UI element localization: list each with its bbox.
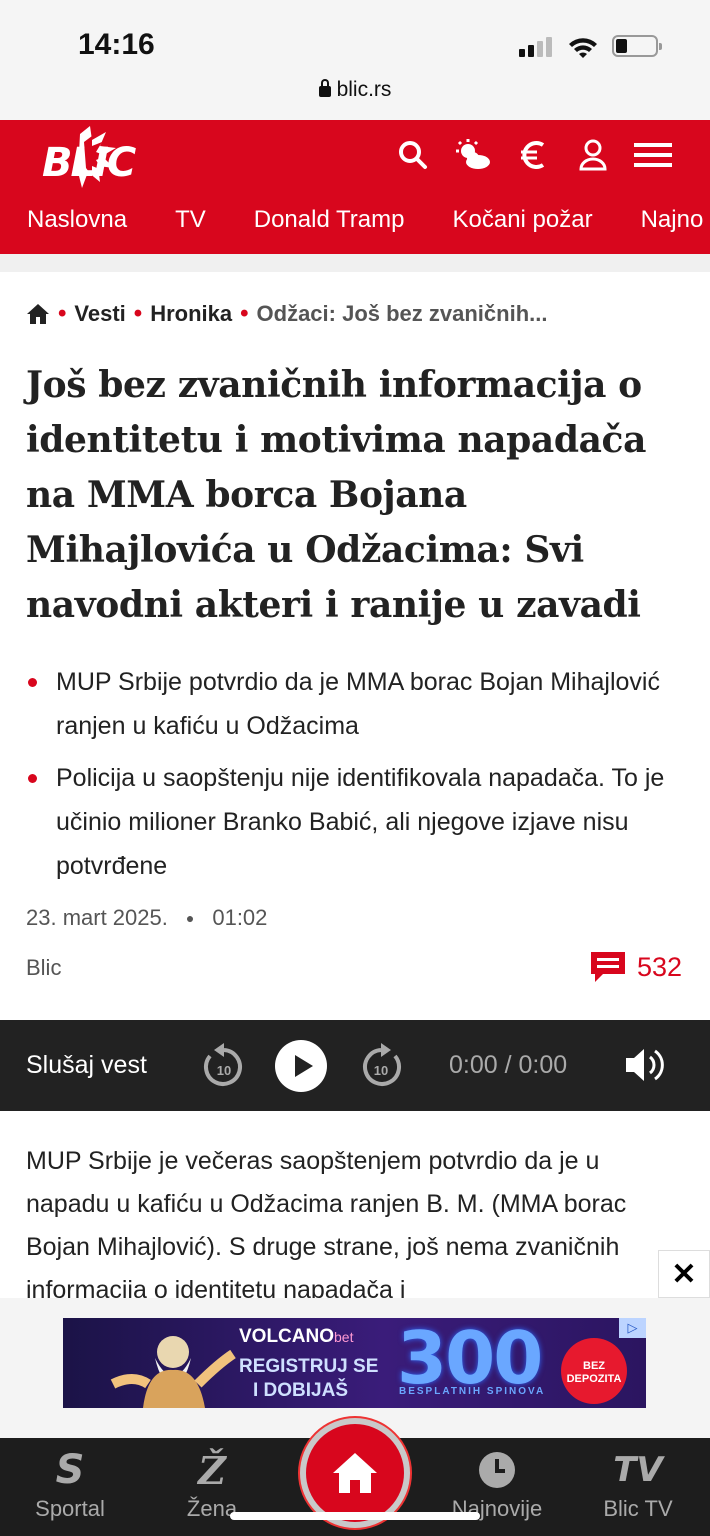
- volume-icon[interactable]: [624, 1045, 666, 1085]
- publish-time: 01:02: [212, 905, 268, 930]
- publish-date: 23. mart 2025.: [26, 905, 168, 930]
- ad-line1: REGISTRUJ SE: [239, 1356, 379, 1377]
- nav-item-kocani-pozar[interactable]: Kočani požar: [452, 206, 592, 234]
- article-title: Još bez zvaničnih informacija o identite…: [26, 364, 647, 626]
- ad-brand-suffix: bet: [334, 1329, 354, 1345]
- site-header: BLIC Naslovna TV Donald Tramp Kočani pož…: [0, 120, 710, 254]
- ad-sub: BESPLATNIH SPINOVA: [399, 1386, 546, 1397]
- breadcrumb-vesti[interactable]: Vesti: [74, 301, 125, 327]
- user-icon[interactable]: [574, 136, 612, 174]
- audio-player: Slušaj vest 10 10 0:00 / 0:00: [0, 1020, 710, 1111]
- ad-banner[interactable]: VOLCANObet REGISTRUJ SE I DOBIJAŠ 300 BE…: [63, 1318, 646, 1408]
- ad-brand: VOLCANO: [239, 1326, 334, 1347]
- tv-icon: TV: [613, 1450, 663, 1490]
- search-icon[interactable]: [394, 136, 432, 174]
- address-bar[interactable]: blic.rs: [0, 78, 710, 102]
- logo-text: BLIC: [42, 140, 136, 186]
- bottom-nav-zena[interactable]: Ž Žena: [142, 1444, 282, 1522]
- bottom-nav-blic-tv[interactable]: TV Blic TV: [568, 1444, 708, 1522]
- adchoices-icon[interactable]: ▷: [619, 1318, 646, 1338]
- rewind-seconds: 10: [217, 1063, 231, 1078]
- highlight-item: MUP Srbije potvrdio da je MMA borac Boja…: [26, 660, 691, 748]
- comments-button[interactable]: 532: [589, 950, 682, 984]
- play-button[interactable]: [275, 1040, 327, 1092]
- forward-seconds: 10: [374, 1063, 388, 1078]
- bottom-nav-najnovije[interactable]: Najnovije: [427, 1444, 567, 1522]
- signal-icon: [519, 37, 552, 57]
- lock-icon: [318, 79, 331, 97]
- nav-item-najnovije[interactable]: Najno: [641, 206, 704, 234]
- nav-item-donald-tramp[interactable]: Donald Tramp: [254, 206, 405, 234]
- highlight-item: Policija u saopštenju nije identifikoval…: [26, 756, 691, 888]
- main-nav: Naslovna TV Donald Tramp Kočani požar Na…: [27, 206, 703, 234]
- zena-icon: Ž: [198, 1447, 226, 1493]
- article-body: MUP Srbije je večeras saopštenjem potvrd…: [26, 1147, 627, 1300]
- ad-line2: I DOBIJAŠ: [253, 1380, 349, 1401]
- sportal-icon: S: [55, 1447, 85, 1493]
- comment-icon: [590, 952, 625, 982]
- currency-euro-icon[interactable]: [514, 136, 552, 174]
- home-icon[interactable]: [26, 303, 50, 325]
- clock-icon: [427, 1444, 567, 1496]
- rewind-10-icon[interactable]: 10: [200, 1040, 248, 1090]
- bottom-nav-label: Sportal: [35, 1496, 105, 1521]
- clock-time: 14:16: [78, 28, 155, 61]
- battery-icon: [612, 35, 662, 57]
- breadcrumb: • Vesti • Hronika • Odžaci: Još bez zvan…: [26, 300, 547, 328]
- breadcrumb-hronika[interactable]: Hronika: [150, 301, 232, 327]
- breadcrumb-current: Odžaci: Još bez zvaničnih...: [256, 301, 548, 326]
- divider: [0, 254, 710, 272]
- bottom-nav-sportal[interactable]: S Sportal: [0, 1444, 140, 1522]
- hamburger-menu-icon[interactable]: [634, 136, 672, 174]
- home-indicator: [230, 1512, 480, 1520]
- status-bar: 14:16 blic.rs: [0, 0, 710, 120]
- article-highlights: MUP Srbije potvrdio da je MMA borac Boja…: [26, 660, 691, 896]
- url-text: blic.rs: [336, 78, 392, 101]
- player-time: 0:00 / 0:00: [449, 1051, 568, 1079]
- blic-logo[interactable]: BLIC: [20, 126, 136, 192]
- nav-item-tv[interactable]: TV: [175, 206, 206, 234]
- comments-count: 532: [636, 951, 682, 982]
- ad-close-button[interactable]: ✕: [658, 1250, 710, 1298]
- forward-10-icon[interactable]: 10: [357, 1040, 405, 1090]
- wifi-icon: [569, 38, 597, 58]
- article-source: Blic: [26, 955, 62, 980]
- article-meta: 23. mart 2025. ● 01:02: [26, 905, 268, 930]
- ad-badge: BEZ DEPOZITA: [561, 1338, 627, 1404]
- weather-icon[interactable]: [454, 136, 492, 174]
- ad-zeus-figure-icon: [110, 1336, 236, 1408]
- nav-item-naslovna[interactable]: Naslovna: [27, 206, 127, 234]
- listen-label: Slušaj vest: [26, 1051, 147, 1079]
- home-icon: [333, 1453, 377, 1493]
- bottom-nav-label: Blic TV: [603, 1496, 673, 1521]
